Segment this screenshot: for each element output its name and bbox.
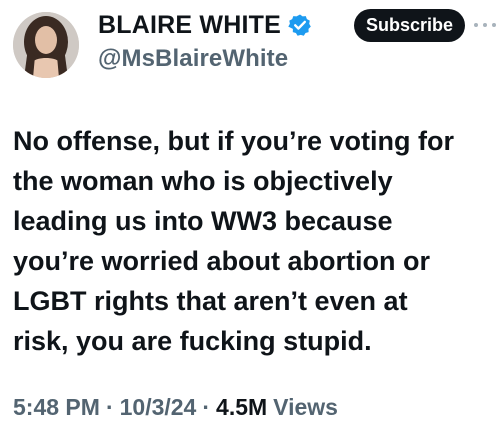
tweet-text-line: you’re worried about abortion or [13,246,431,276]
tweet-time[interactable]: 5:48 PM [13,394,100,421]
more-horizontal-icon[interactable] [474,18,496,32]
tweet-text-line: leading us into WW3 because [13,206,393,236]
tweet-card: BLAIRE WHITE @MsBlaireWhite Subscribe No… [0,0,500,429]
avatar[interactable] [13,12,79,78]
views-count: 4.5M [216,394,268,420]
tweet-text-line: risk, you are fucking stupid. [13,326,372,356]
tweet-text-line: No offense, but if you’re voting for [13,126,454,156]
meta-separator: · [202,394,211,420]
more-dot [492,23,496,27]
avatar-image [13,12,79,78]
tweet-meta: 5:48 PM · 10/3/24 · 4.5M Views [13,394,338,421]
display-name[interactable]: BLAIRE WHITE [98,11,281,40]
tweet-text-line: the woman who is objectively [13,166,393,196]
verified-badge-icon [288,13,312,37]
tweet-text: No offense, but if you’re voting for the… [13,121,497,361]
views-label[interactable]: Views [273,394,338,421]
display-name-row: BLAIRE WHITE [98,9,312,41]
tweet-date[interactable]: 10/3/24 [120,394,197,421]
tweet-text-line: LGBT rights that aren’t even at [13,286,408,316]
more-dot [483,23,487,27]
meta-separator: · [105,394,114,420]
subscribe-button[interactable]: Subscribe [354,9,465,42]
more-dot [474,23,478,27]
user-handle[interactable]: @MsBlaireWhite [98,45,288,73]
